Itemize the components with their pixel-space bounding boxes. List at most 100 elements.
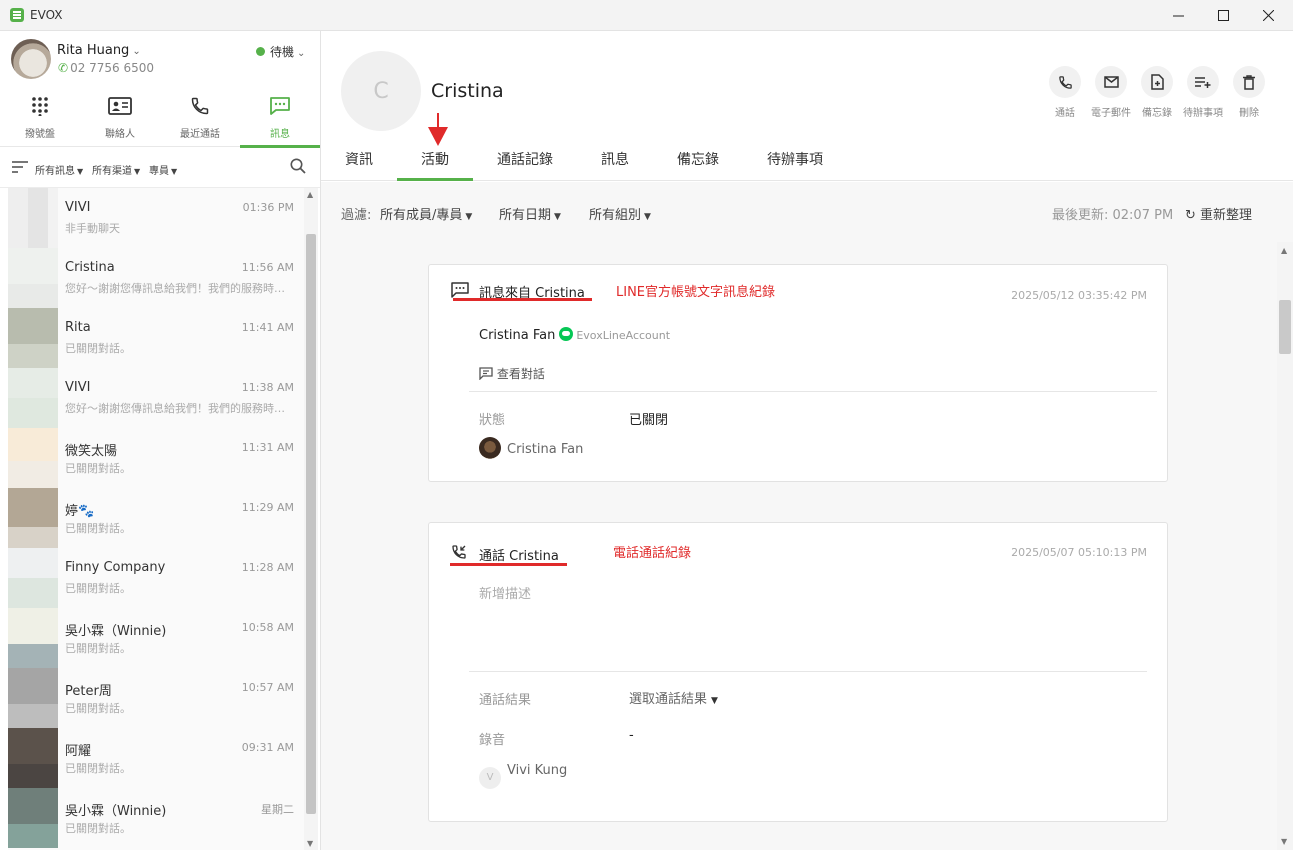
conversation-preview: 您好～謝謝您傳訊息給我們！我們的服務時間為週一至週五: [65, 282, 295, 295]
message-sender: Cristina Fan EvoxLineAccount: [479, 327, 671, 343]
nav-tab-messages[interactable]: 訊息: [240, 91, 320, 148]
conversation-preview: 非手動聊天: [65, 222, 120, 235]
tab-activity[interactable]: 活動: [421, 149, 449, 169]
user-avatar[interactable]: [11, 39, 51, 79]
tab-messages[interactable]: 訊息: [601, 149, 629, 169]
active-tab-indicator: [397, 178, 473, 181]
maximize-icon[interactable]: [1200, 0, 1246, 31]
scroll-down-icon[interactable]: ▼: [307, 839, 313, 848]
conversation-time: 11:29 AM: [241, 501, 294, 514]
left-panel: Rita Huang ⌄ ✆ 02 7756 6500 待機 ⌄ 撥號盤 聯絡人 最近…: [0, 31, 321, 850]
conversation-preview: 已關閉對話。: [65, 762, 131, 775]
filter-all-messages[interactable]: 所有訊息 ▼: [35, 162, 83, 177]
title-bar: EVOX: [0, 0, 1293, 31]
filter-members-dropdown[interactable]: 所有成員/專員 ▼: [380, 204, 472, 223]
contact-avatar: C: [341, 51, 421, 131]
conversation-time: 09:31 AM: [241, 741, 294, 754]
conversation-name: Peter周: [65, 684, 112, 699]
list-item[interactable]: VIVI 11:38 AM 您好～謝謝您傳訊息給我們！我們的服務時間為週一至週五: [8, 368, 304, 428]
action-label: 待辦事項: [1183, 108, 1223, 119]
list-item[interactable]: Rita 11:41 AM 已關閉對話。: [8, 308, 304, 368]
call-button[interactable]: 通話: [1043, 66, 1087, 119]
scroll-up-icon[interactable]: ▲: [1281, 246, 1287, 255]
description-field[interactable]: 新增描述: [479, 583, 531, 602]
conversation-preview: 已關閉對話。: [65, 522, 131, 535]
status-value: 已關閉: [629, 413, 669, 428]
card-date: 2025/05/07 05:10:13 PM: [1011, 546, 1147, 559]
list-item[interactable]: 吳小霖（Winnie) 星期二 已關閉對話。: [8, 788, 304, 848]
list-item[interactable]: Peter周 10:57 AM 已關閉對話。: [8, 668, 304, 728]
sort-icon[interactable]: [12, 161, 28, 177]
avatar: [8, 248, 58, 308]
list-item[interactable]: Finny Company 11:28 AM 已關閉對話。: [8, 548, 304, 608]
list-item[interactable]: Cristina 11:56 AM 您好～謝謝您傳訊息給我們！我們的服務時間為週…: [8, 248, 304, 308]
todo-add-icon: [1187, 66, 1219, 98]
close-icon[interactable]: [1245, 0, 1291, 31]
nav-tab-dialpad[interactable]: 撥號盤: [0, 91, 80, 147]
memo-button[interactable]: 備忘錄: [1135, 66, 1179, 119]
scrollbar-thumb[interactable]: [306, 234, 316, 814]
tab-info[interactable]: 資訊: [345, 149, 373, 169]
avatar: [8, 788, 58, 848]
message-icon: [479, 367, 493, 381]
avatar: [8, 608, 58, 668]
nav-tab-recent-calls[interactable]: 最近通話: [160, 91, 240, 147]
conversation-list-scrollbar[interactable]: ▲ ▼: [304, 188, 318, 850]
view-conversation-link[interactable]: 查看對話: [479, 365, 545, 382]
filter-all-channels[interactable]: 所有渠道 ▼: [92, 162, 140, 177]
todo-button[interactable]: 待辦事項: [1181, 66, 1225, 119]
scroll-down-icon[interactable]: ▼: [1281, 837, 1287, 846]
action-label: 刪除: [1239, 108, 1259, 119]
recording-value: -: [629, 728, 634, 743]
conversation-time: 11:41 AM: [241, 321, 294, 334]
filter-dates-dropdown[interactable]: 所有日期 ▼: [499, 204, 561, 223]
nav-tabs: 撥號盤 聯絡人 最近通話 訊息: [0, 91, 320, 148]
tab-todos[interactable]: 待辦事項: [767, 149, 823, 169]
user-name-dropdown[interactable]: Rita Huang ⌄: [57, 43, 141, 58]
scrollbar-thumb[interactable]: [1279, 300, 1291, 354]
refresh-button[interactable]: ↻ 重新整理: [1185, 204, 1252, 223]
filter-label: 過濾:: [341, 208, 372, 223]
list-item[interactable]: 吳小霖（Winnie) 10:58 AM 已關閉對話。: [8, 608, 304, 668]
email-button[interactable]: 電子郵件: [1089, 66, 1133, 119]
list-item[interactable]: 阿耀 09:31 AM 已關閉對話。: [8, 728, 304, 788]
conversation-name: Rita: [65, 320, 91, 335]
delete-button[interactable]: 刪除: [1227, 66, 1271, 119]
tab-memos[interactable]: 備忘錄: [677, 149, 719, 169]
tab-call-log[interactable]: 通話記錄: [497, 149, 553, 169]
avatar: [8, 548, 58, 608]
list-item[interactable]: VIVI 01:36 PM 非手動聊天: [8, 188, 304, 248]
trash-icon: [1233, 66, 1265, 98]
chevron-down-icon: ⌄: [297, 48, 306, 59]
nav-tab-contacts[interactable]: 聯絡人: [80, 91, 160, 147]
app-title: EVOX: [30, 8, 63, 22]
message-activity-card: 訊息來自 Cristina LINE官方帳號文字訊息紀錄 2025/05/12 …: [428, 264, 1168, 482]
mail-icon: [1095, 66, 1127, 98]
conversation-preview: 已關閉對話。: [65, 642, 131, 655]
call-result-dropdown[interactable]: 選取通話結果 ▼: [629, 688, 718, 707]
list-item[interactable]: 婷🐾 11:29 AM 已關閉對話。: [8, 488, 304, 548]
minimize-icon[interactable]: [1155, 0, 1201, 31]
conversation-filter-bar: 所有訊息 ▼ 所有渠道 ▼ 專員 ▼: [0, 148, 320, 188]
red-arrow-annotation-icon: [428, 113, 448, 146]
list-item[interactable]: 微笑太陽 11:31 AM 已關閉對話。: [8, 428, 304, 488]
nav-tab-label: 撥號盤: [25, 129, 55, 140]
conversation-time: 10:57 AM: [241, 681, 294, 694]
scroll-up-icon[interactable]: ▲: [307, 190, 313, 199]
user-phone: ✆ 02 7756 6500: [58, 61, 155, 75]
conversation-time: 11:31 AM: [241, 441, 294, 454]
status-dropdown[interactable]: 待機 ⌄: [256, 43, 305, 60]
conversation-time: 10:58 AM: [241, 621, 294, 634]
conversation-list: VIVI 01:36 PM 非手動聊天 Cristina 11:56 AM 您好…: [8, 188, 304, 850]
conversation-name: 微笑太陽: [65, 444, 118, 459]
avatar: [8, 368, 58, 428]
conversation-name: VIVI: [65, 380, 91, 395]
search-icon[interactable]: [290, 158, 306, 178]
avatar: [8, 488, 58, 548]
filter-groups-dropdown[interactable]: 所有組別 ▼: [589, 204, 651, 223]
line-app-icon: [559, 327, 574, 341]
filter-agent[interactable]: 專員 ▼: [149, 162, 177, 177]
nav-tab-label: 訊息: [270, 129, 290, 140]
conversation-time: 11:38 AM: [241, 381, 294, 394]
activity-feed-scrollbar[interactable]: ▲ ▼: [1277, 242, 1293, 850]
